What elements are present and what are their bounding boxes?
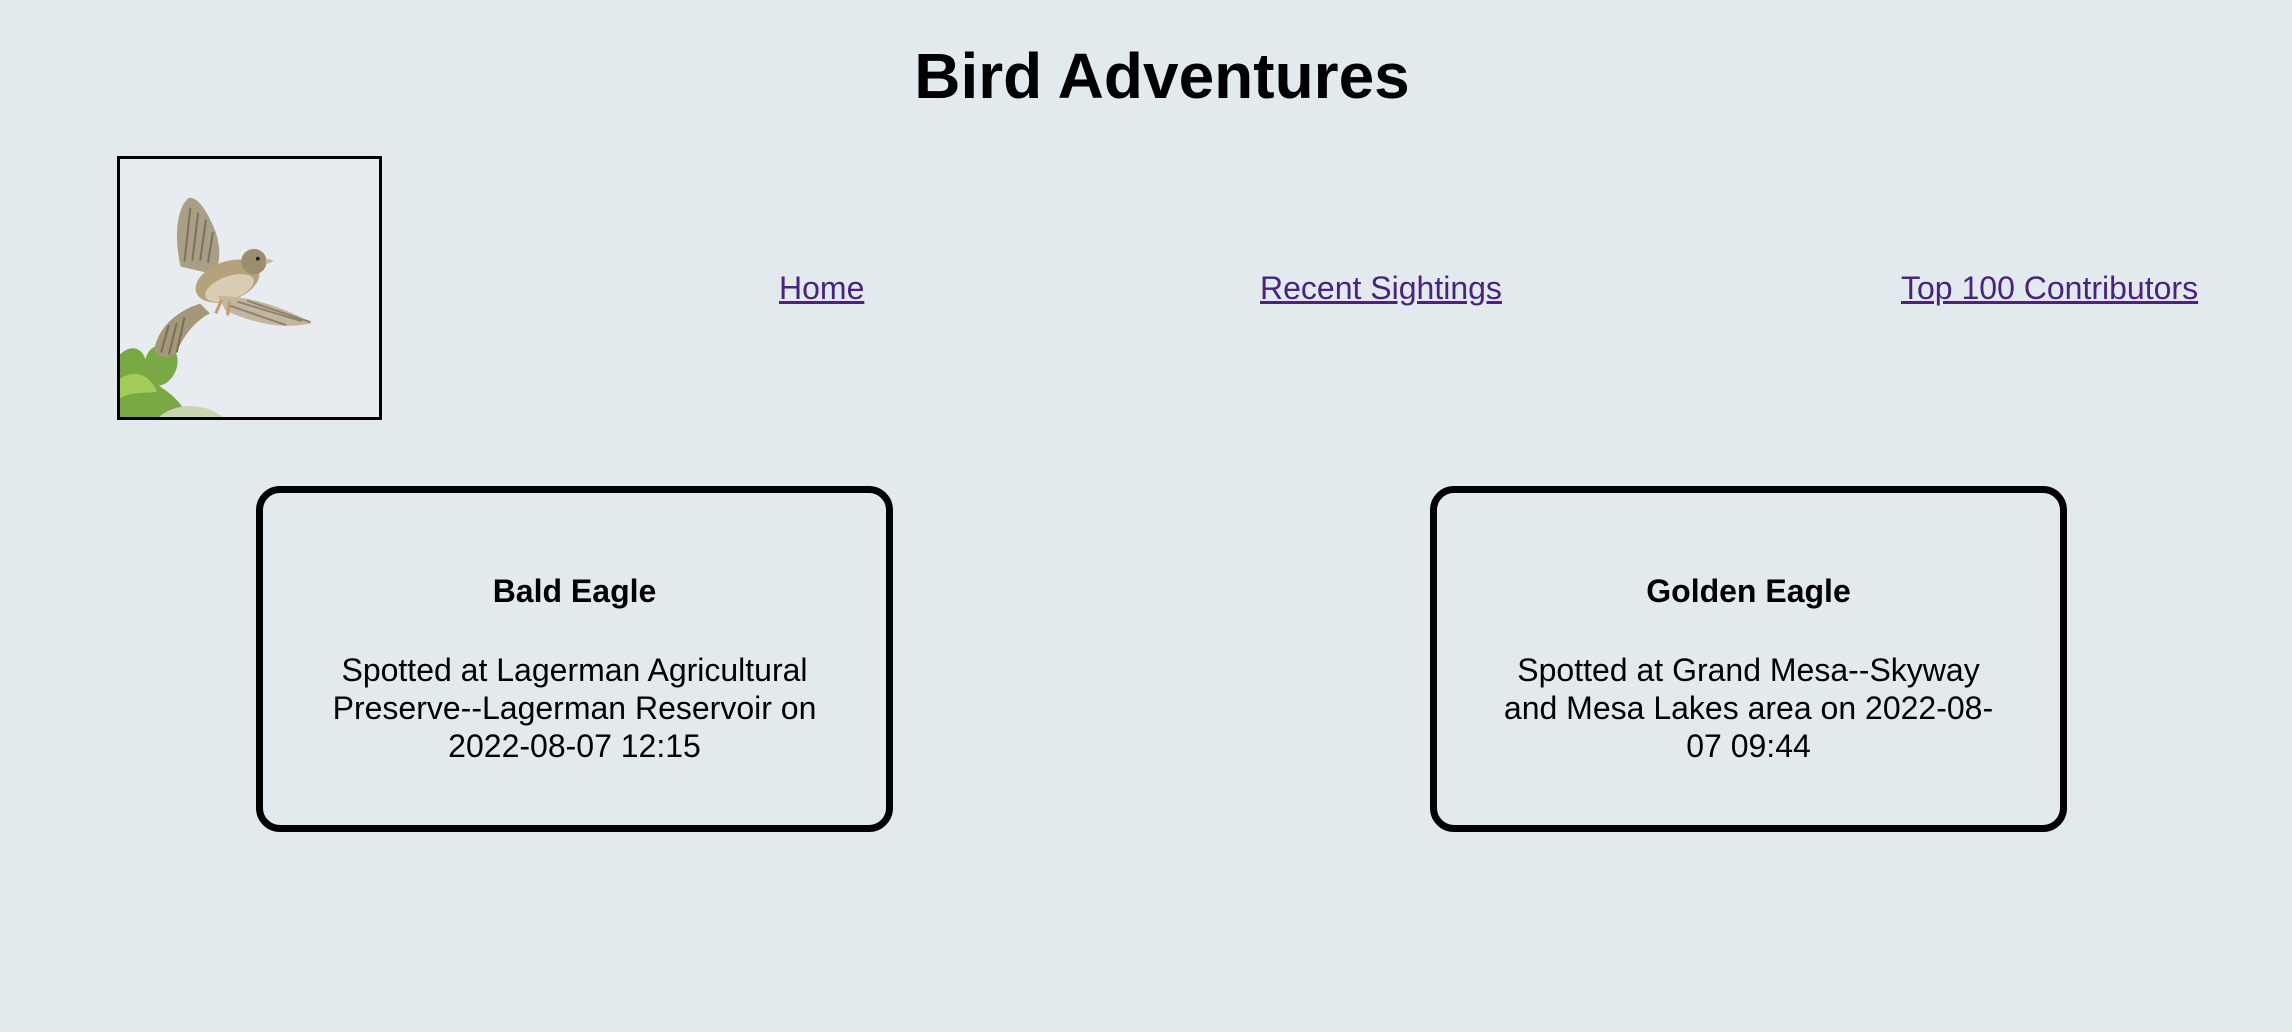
nav-link-home[interactable]: Home bbox=[779, 268, 864, 308]
nav-link-top-contributors[interactable]: Top 100 Contributors bbox=[1901, 268, 2198, 308]
site-title: Bird Adventures bbox=[914, 40, 1410, 112]
sparrow-icon bbox=[120, 159, 379, 417]
sighting-description: Spotted at Grand Mesa--Skyway and Mesa L… bbox=[1503, 652, 1994, 764]
sighting-bird-name: Bald Eagle bbox=[492, 573, 657, 609]
nav-link-recent-sightings[interactable]: Recent Sightings bbox=[1260, 268, 1502, 308]
sighting-card: Bald Eagle Spotted at Lagerman Agricultu… bbox=[256, 486, 893, 832]
sighting-bird-name: Golden Eagle bbox=[1646, 573, 1851, 609]
sighting-description: Spotted at Lagerman Agricultural Preserv… bbox=[332, 652, 817, 764]
bird-logo-image bbox=[117, 156, 382, 420]
sighting-card: Golden Eagle Spotted at Grand Mesa--Skyw… bbox=[1430, 486, 2067, 832]
page: Bird Adventures Home Recent Sightings To… bbox=[0, 0, 2292, 1032]
